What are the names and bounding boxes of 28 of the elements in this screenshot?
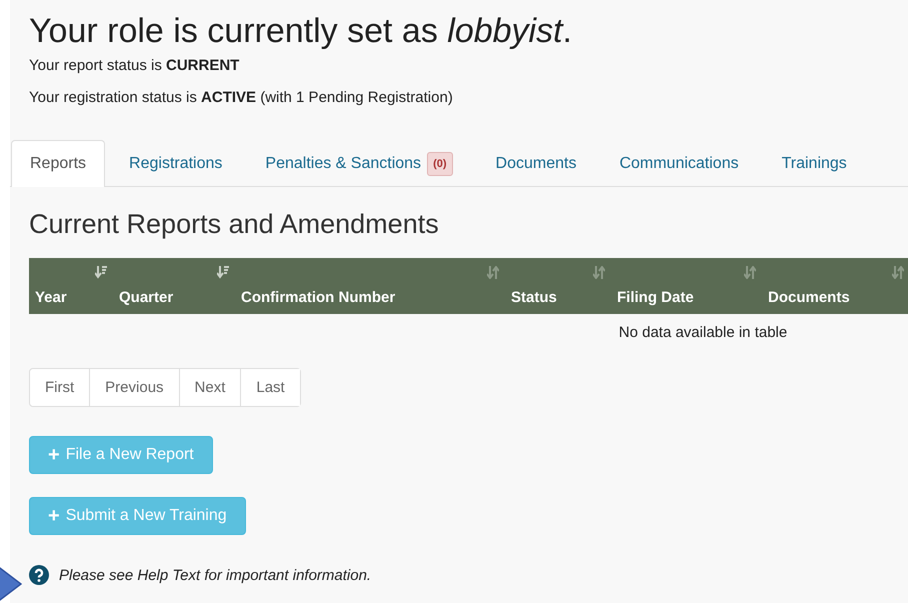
sort-icon[interactable] <box>892 266 904 279</box>
tab[interactable]: Trainings <box>762 140 866 186</box>
tab[interactable]: Documents <box>476 140 596 186</box>
column-header[interactable]: Status <box>511 289 557 306</box>
tab[interactable]: Communications <box>600 140 758 186</box>
sort-icon[interactable] <box>744 266 756 279</box>
tab[interactable]: Reports <box>11 140 106 187</box>
sort-icon[interactable] <box>593 266 605 279</box>
column-header[interactable]: Documents <box>768 289 850 306</box>
column-header[interactable]: Filing Date <box>617 289 694 306</box>
sort-icon[interactable] <box>95 266 107 279</box>
sort-icon[interactable] <box>217 266 229 279</box>
help-text: Please see Help Text for important information. <box>59 566 372 584</box>
column-header[interactable]: Quarter <box>119 289 174 306</box>
pagination-button[interactable]: Last <box>240 369 300 406</box>
column-header[interactable]: Year <box>35 289 67 306</box>
column-header[interactable]: Confirmation Number <box>241 289 396 306</box>
help-icon <box>29 565 49 585</box>
tab[interactable]: Penalties & Sanctions (0) <box>246 140 472 186</box>
pointer-arrow-icon <box>0 565 22 603</box>
tab[interactable]: Registrations <box>110 140 242 186</box>
count-badge: (0) <box>427 152 453 176</box>
section-title: Current Reports and Amendments <box>29 209 440 240</box>
status-text: Your report status is CURRENT <box>29 57 240 74</box>
sort-icon[interactable] <box>487 266 499 279</box>
status-text: Your registration status is ACTIVE (with 1 Pending Registration) <box>29 89 454 106</box>
page-heading: Your role is currently set as lobbyist. <box>29 12 573 51</box>
empty-message: No data available in table <box>618 324 788 341</box>
